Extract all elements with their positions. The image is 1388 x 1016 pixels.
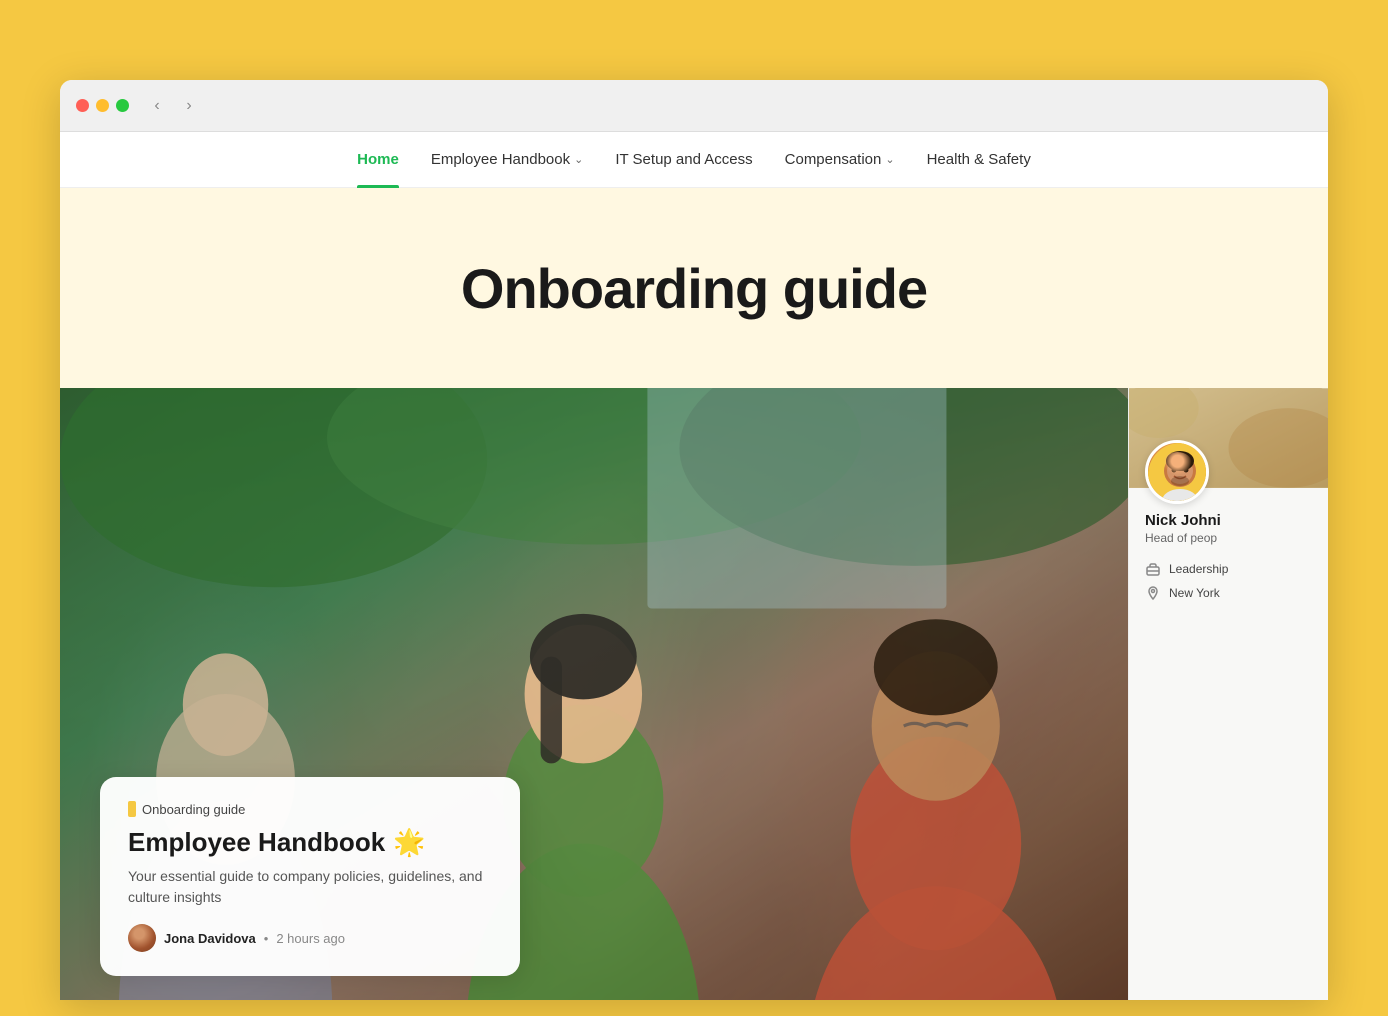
forward-button[interactable]: › bbox=[177, 94, 201, 118]
main-content: Onboarding guide Employee Handbook 🌟 You… bbox=[60, 388, 1128, 1000]
top-navigation: Home Employee Handbook ⌄ IT Setup and Ac… bbox=[60, 132, 1328, 188]
chevron-down-icon: ⌄ bbox=[574, 153, 583, 166]
card-author: Jona Davidova • 2 hours ago bbox=[128, 924, 492, 952]
nav-item-compensation[interactable]: Compensation ⌄ bbox=[785, 132, 895, 188]
back-button[interactable]: ‹ bbox=[145, 94, 169, 118]
profile-avatar bbox=[1145, 440, 1209, 504]
chevron-down-icon-2: ⌄ bbox=[885, 153, 894, 166]
profile-name: Nick Johni bbox=[1145, 512, 1312, 529]
nav-label-compensation: Compensation bbox=[785, 151, 882, 168]
sidebar-detail-leadership: Leadership bbox=[1169, 562, 1228, 576]
hero-title: Onboarding guide bbox=[461, 256, 927, 321]
traffic-lights bbox=[76, 99, 129, 112]
location-icon bbox=[1145, 585, 1161, 601]
card-description: Your essential guide to company policies… bbox=[128, 866, 492, 908]
profile-detail-leadership: Leadership bbox=[1145, 561, 1312, 577]
browser-nav-arrows: ‹ › bbox=[145, 94, 201, 118]
sidebar-card: Nick Johni Head of peop Leadership bbox=[1128, 388, 1328, 1000]
tag-dot-icon bbox=[128, 801, 136, 817]
profile-face-svg bbox=[1148, 443, 1209, 504]
nav-item-employee-handbook[interactable]: Employee Handbook ⌄ bbox=[431, 132, 583, 188]
profile-avatar-face bbox=[1148, 443, 1206, 501]
profile-title: Head of peop bbox=[1145, 531, 1312, 545]
author-name: Jona Davidova bbox=[164, 931, 256, 946]
sidebar-detail-location: New York bbox=[1169, 586, 1220, 600]
sidebar-card-inner: Nick Johni Head of peop Leadership bbox=[1129, 388, 1328, 1000]
nav-item-health-safety[interactable]: Health & Safety bbox=[927, 132, 1031, 188]
nav-item-home[interactable]: Home bbox=[357, 132, 399, 188]
author-time: 2 hours ago bbox=[276, 931, 345, 946]
minimize-button[interactable] bbox=[96, 99, 109, 112]
nav-item-it-setup[interactable]: IT Setup and Access bbox=[615, 132, 752, 188]
avatar bbox=[128, 924, 156, 952]
content-area: Onboarding guide Employee Handbook 🌟 You… bbox=[60, 388, 1328, 1000]
close-button[interactable] bbox=[76, 99, 89, 112]
browser-window: ‹ › Home Employee Handbook ⌄ IT Setup an… bbox=[60, 80, 1328, 1000]
nav-label-employee-handbook: Employee Handbook bbox=[431, 151, 570, 168]
outer-background: ‹ › Home Employee Handbook ⌄ IT Setup an… bbox=[0, 0, 1388, 1016]
content-card[interactable]: Onboarding guide Employee Handbook 🌟 You… bbox=[100, 777, 520, 976]
nav-label-home: Home bbox=[357, 151, 399, 168]
card-tag: Onboarding guide bbox=[128, 801, 492, 817]
avatar-image bbox=[128, 924, 156, 952]
briefcase-icon bbox=[1145, 561, 1161, 577]
nav-label-health-safety: Health & Safety bbox=[927, 151, 1031, 168]
card-title: Employee Handbook 🌟 bbox=[128, 827, 492, 858]
hero-section: Onboarding guide bbox=[60, 188, 1328, 388]
card-title-text: Employee Handbook bbox=[128, 827, 385, 858]
maximize-button[interactable] bbox=[116, 99, 129, 112]
profile-detail-location: New York bbox=[1145, 585, 1312, 601]
browser-chrome: ‹ › bbox=[60, 80, 1328, 132]
card-tag-text: Onboarding guide bbox=[142, 802, 245, 817]
nav-label-it-setup: IT Setup and Access bbox=[615, 151, 752, 168]
sidebar-profile-section: Nick Johni Head of peop Leadership bbox=[1145, 440, 1312, 601]
card-emoji: 🌟 bbox=[393, 827, 425, 858]
profile-details: Leadership New York bbox=[1145, 561, 1312, 601]
